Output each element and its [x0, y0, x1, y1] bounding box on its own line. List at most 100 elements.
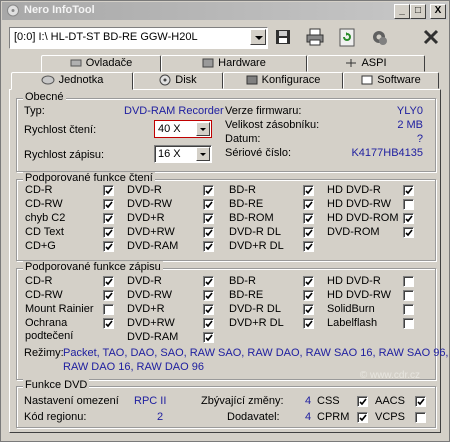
write-functions-group: Podporované funkce zápisu CD-R CD-RW Mount… — [16, 261, 449, 380]
read-speed-select[interactable]: 40 X — [154, 120, 212, 138]
feature-label: BD-ROM — [229, 212, 274, 224]
serial-label: Sériové číslo: — [225, 147, 292, 159]
feature-label: podtečení — [25, 330, 74, 342]
check-icon — [105, 243, 113, 251]
vendor-label: Dodavatel: — [227, 411, 280, 423]
write-speed-label: Rychlost zápisu: — [24, 149, 105, 161]
feature-label: DVD-R — [127, 275, 162, 287]
settings-icon[interactable] — [367, 25, 391, 49]
feature-label: HD DVD-RW — [327, 289, 391, 301]
checked-checkbox — [103, 227, 114, 238]
feature-label: DVD-RW — [127, 289, 173, 301]
unchecked-checkbox — [403, 304, 414, 315]
check-icon — [105, 201, 113, 209]
check-icon — [205, 201, 213, 209]
vendor-value: 4 — [305, 411, 312, 423]
tab-software[interactable]: Software — [343, 72, 439, 89]
check-icon — [305, 215, 313, 223]
close-button[interactable]: X — [430, 4, 446, 19]
changes-label: Zbývající změny: — [201, 395, 284, 407]
checked-checkbox — [303, 290, 314, 301]
feature-label: DVD-R DL — [229, 226, 281, 238]
dvd-functions-title: Funkce DVD — [23, 379, 90, 391]
check-icon — [405, 187, 413, 195]
unchecked-checkbox — [403, 318, 414, 329]
type-value: DVD-RAM Recorder — [124, 105, 224, 117]
feature-label: DVD+RW — [127, 226, 175, 238]
check-icon — [205, 278, 213, 286]
checked-checkbox — [303, 213, 314, 224]
checked-checkbox — [403, 227, 414, 238]
chevron-down-icon[interactable] — [196, 147, 210, 161]
chevron-down-icon[interactable] — [196, 122, 210, 136]
save-icon[interactable] — [271, 25, 295, 49]
unchecked-checkbox — [103, 304, 114, 315]
check-icon — [105, 187, 113, 195]
checked-checkbox — [403, 213, 414, 224]
tab-aspi[interactable]: ASPI — [307, 55, 425, 72]
feature-label: DVD-ROM — [327, 226, 380, 238]
feature-label: chyb C2 — [25, 212, 66, 224]
drive-select[interactable]: [0:0] I:\ HL-DT-ST BD-RE GGW-H20L — [9, 27, 268, 49]
checked-checkbox — [203, 185, 214, 196]
feature-label: DVD+R — [127, 303, 165, 315]
check-icon — [305, 306, 313, 314]
maximize-button[interactable]: □ — [410, 4, 426, 19]
feature-label: HD DVD-ROM — [327, 212, 399, 224]
minimize-button[interactable]: _ — [394, 4, 410, 19]
checked-checkbox — [403, 185, 414, 196]
check-icon — [305, 201, 313, 209]
check-icon — [405, 215, 413, 223]
date-label: Datum: — [225, 133, 261, 145]
checked-checkbox — [303, 276, 314, 287]
modes-label: Režimy: — [24, 347, 64, 359]
check-icon — [305, 278, 313, 286]
region-code-label: Kód regionu: — [24, 411, 87, 423]
feature-label: CD+G — [25, 240, 56, 252]
feature-label: DVD-RAM — [127, 331, 179, 343]
checked-checkbox — [203, 227, 214, 238]
refresh-icon[interactable] — [335, 25, 359, 49]
tab-ovladace[interactable]: Ovladače — [41, 55, 161, 72]
checked-checkbox — [303, 199, 314, 210]
check-icon — [417, 398, 425, 406]
checked-checkbox — [303, 241, 314, 252]
check-icon — [105, 229, 113, 237]
check-icon — [305, 292, 313, 300]
checked-checkbox — [203, 332, 214, 343]
region-setting-label: Nastavení omezení — [24, 395, 119, 407]
driver-icon — [70, 59, 82, 67]
type-label: Typ: — [24, 105, 45, 117]
feature-label: HD DVD-RW — [327, 198, 391, 210]
checked-checkbox — [303, 318, 314, 329]
chevron-down-icon[interactable] — [250, 29, 266, 45]
date-value: ? — [416, 133, 423, 145]
write-speed-select[interactable]: 16 X — [154, 145, 212, 163]
check-icon — [205, 215, 213, 223]
feature-label: DVD+R DL — [229, 240, 284, 252]
title-bar[interactable]: Nero InfoTool _ □ X — [2, 2, 448, 20]
buffer-label: Velikost zásobníku: — [225, 119, 320, 131]
exit-icon[interactable] — [419, 25, 443, 49]
print-icon[interactable] — [303, 25, 327, 49]
tab-disk[interactable]: Disk — [133, 72, 223, 89]
check-icon — [105, 278, 113, 286]
region-code-value: 2 — [157, 411, 164, 423]
checked-checkbox — [103, 185, 114, 196]
checked-checkbox — [415, 396, 426, 407]
checked-checkbox — [103, 276, 114, 287]
check-icon — [205, 334, 213, 342]
dvd-flag-label: CPRM — [317, 411, 350, 423]
feature-label: HD DVD-R — [327, 275, 381, 287]
checked-checkbox — [303, 185, 314, 196]
tab-jednotka[interactable]: Jednotka — [11, 72, 133, 90]
feature-label: DVD+R DL — [229, 317, 284, 329]
tab-hardware[interactable]: Hardware — [161, 55, 307, 72]
check-icon — [205, 187, 213, 195]
read-functions-group: Podporované funkce čtení CD-R CD-RW chyb C… — [16, 172, 436, 261]
feature-label: DVD-R — [127, 184, 162, 196]
tab-konfigurace[interactable]: Konfigurace — [223, 72, 343, 89]
config-icon — [246, 75, 258, 85]
check-icon — [405, 229, 413, 237]
checked-checkbox — [203, 213, 214, 224]
